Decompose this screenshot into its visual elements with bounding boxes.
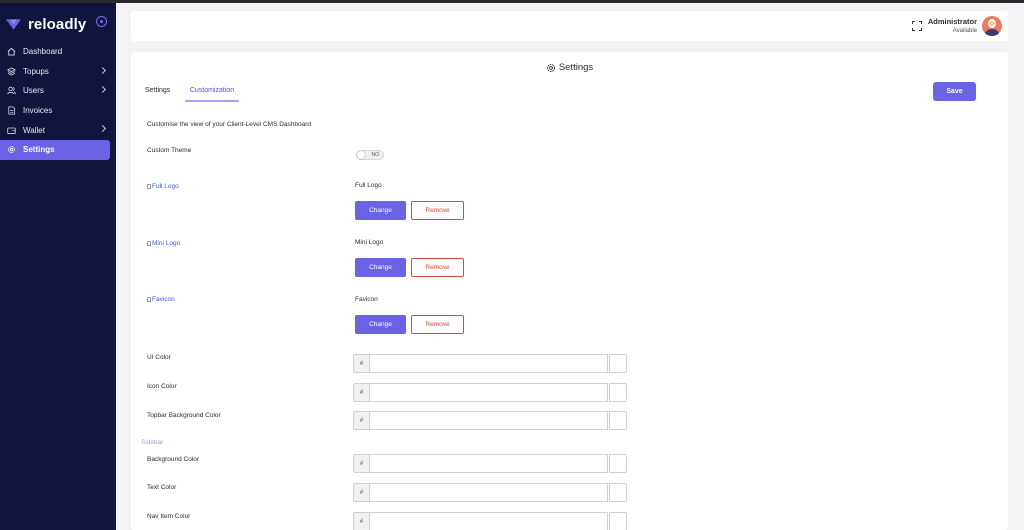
change-favicon-button[interactable]: Change — [355, 315, 406, 334]
sidebar: reloadly Dashboard Topups Users Invoices… — [0, 3, 116, 530]
sidebar-item-settings[interactable]: Settings — [0, 139, 110, 160]
broken-image-icon — [147, 184, 151, 189]
icon-color-swatch[interactable] — [609, 383, 627, 402]
hash-prefix: # — [353, 383, 370, 402]
sidebar-text-color-input[interactable] — [370, 483, 608, 502]
sidebar-nav-item-color-input[interactable] — [370, 512, 608, 530]
change-full-logo-button[interactable]: Change — [355, 201, 406, 220]
brand-name: reloadly — [28, 15, 87, 33]
settings-card: Settings Settings Customization Save Cus… — [131, 52, 1008, 530]
remove-favicon-button[interactable]: Remove — [411, 315, 464, 334]
avatar-body — [985, 29, 999, 36]
sidebar-bg-color-swatch[interactable] — [609, 454, 627, 473]
tab-customization[interactable]: Customization — [185, 87, 239, 94]
full-logo-image: Full Logo — [147, 183, 179, 190]
user-status: Available — [952, 28, 977, 34]
icon-color-field: # — [353, 383, 627, 402]
sidebar-text-color-field: # — [353, 483, 627, 502]
window-top-strip — [0, 0, 1024, 3]
sidebar-bg-color-label: Background Color — [147, 456, 200, 463]
home-icon — [7, 47, 16, 56]
favicon-label: Favicon — [355, 296, 378, 303]
sidebar-item-wallet[interactable]: Wallet — [0, 120, 116, 140]
ui-color-label: UI Color — [147, 354, 171, 361]
ui-color-swatch[interactable] — [609, 354, 627, 373]
sidebar-nav-item-color-swatch[interactable] — [609, 512, 627, 530]
topbar-bg-color-field: # — [353, 411, 627, 430]
sidebar-item-topups[interactable]: Topups — [0, 62, 116, 82]
broken-image-icon — [147, 297, 151, 302]
ui-color-field: # — [353, 354, 627, 373]
invoice-icon — [7, 106, 16, 115]
fullscreen-icon[interactable] — [912, 21, 922, 31]
ui-color-input[interactable] — [370, 354, 608, 373]
tab-settings[interactable]: Settings — [145, 87, 170, 94]
remove-mini-logo-button[interactable]: Remove — [411, 258, 464, 277]
hash-prefix: # — [353, 483, 370, 502]
users-icon — [7, 86, 16, 95]
sidebar-item-dashboard[interactable]: Dashboard — [0, 42, 116, 62]
sidebar-nav-item-color-label: Nav Item Color — [147, 513, 191, 520]
save-button[interactable]: Save — [933, 82, 976, 101]
avatar-face — [989, 21, 995, 26]
sidebar-item-label: Users — [23, 86, 44, 96]
change-mini-logo-button[interactable]: Change — [355, 258, 406, 277]
sidebar-item-label: Settings — [23, 145, 55, 155]
sidebar-item-invoices[interactable]: Invoices — [0, 101, 116, 121]
wallet-icon — [7, 126, 16, 135]
chevron-right-icon — [98, 125, 107, 133]
full-logo-label: Full Logo — [355, 182, 382, 189]
topbar-bg-color-label: Topbar Background Color — [147, 412, 221, 419]
image-alt-text: Mini Logo — [152, 240, 181, 247]
sidebar-section-label: Sidebar — [141, 439, 164, 446]
image-alt-text: Favicon — [152, 296, 175, 303]
hash-prefix: # — [353, 454, 370, 473]
topbar-bg-color-input[interactable] — [370, 411, 608, 430]
topups-icon — [7, 67, 16, 76]
icon-color-input[interactable] — [370, 383, 608, 402]
chevron-right-icon — [98, 66, 107, 74]
customization-description: Customise the view of your Client-Level … — [147, 121, 312, 128]
image-alt-text: Full Logo — [152, 183, 179, 190]
sidebar-item-users[interactable]: Users — [0, 81, 116, 101]
custom-theme-label: Custom Theme — [147, 147, 192, 154]
page-title-text: Settings — [558, 62, 594, 73]
toggle-knob — [357, 151, 365, 159]
gear-icon — [546, 63, 555, 72]
page-title: Settings — [131, 62, 1008, 73]
sidebar-nav: Dashboard Topups Users Invoices Wallet S… — [0, 42, 116, 160]
reloadly-logo-icon — [6, 19, 21, 30]
sidebar-bg-color-input[interactable] — [370, 454, 608, 473]
sidebar-item-label: Dashboard — [23, 47, 63, 57]
favicon-image: Favicon — [147, 296, 175, 303]
user-name: Administrator — [927, 17, 977, 26]
sidebar-text-color-swatch[interactable] — [609, 483, 627, 502]
topbar: Administrator Available — [131, 11, 1008, 41]
gear-icon — [7, 145, 16, 154]
sidebar-item-label: Wallet — [23, 125, 45, 135]
sidebar-pin-icon[interactable] — [96, 16, 107, 27]
custom-theme-toggle[interactable]: NO — [356, 150, 384, 160]
mini-logo-image: Mini Logo — [147, 240, 180, 247]
active-tab-indicator — [185, 100, 239, 102]
remove-full-logo-button[interactable]: Remove — [411, 201, 464, 220]
sidebar-nav-item-color-field: # — [353, 512, 627, 530]
chevron-right-icon — [98, 86, 107, 94]
sidebar-item-label: Topups — [23, 66, 49, 76]
sidebar-item-label: Invoices — [23, 106, 53, 116]
hash-prefix: # — [353, 512, 370, 530]
sidebar-text-color-label: Text Color — [147, 484, 177, 491]
mini-logo-label: Mini Logo — [355, 239, 384, 246]
toggle-text: NO — [371, 152, 380, 159]
user-menu[interactable]: Administrator Available — [928, 17, 977, 34]
avatar[interactable] — [982, 16, 1002, 36]
sidebar-bg-color-field: # — [353, 454, 627, 473]
topbar-bg-color-swatch[interactable] — [609, 411, 627, 430]
hash-prefix: # — [353, 411, 370, 430]
broken-image-icon — [147, 241, 151, 246]
icon-color-label: Icon Color — [147, 383, 177, 390]
brand-logo[interactable]: reloadly — [6, 13, 86, 35]
hash-prefix: # — [353, 354, 370, 373]
